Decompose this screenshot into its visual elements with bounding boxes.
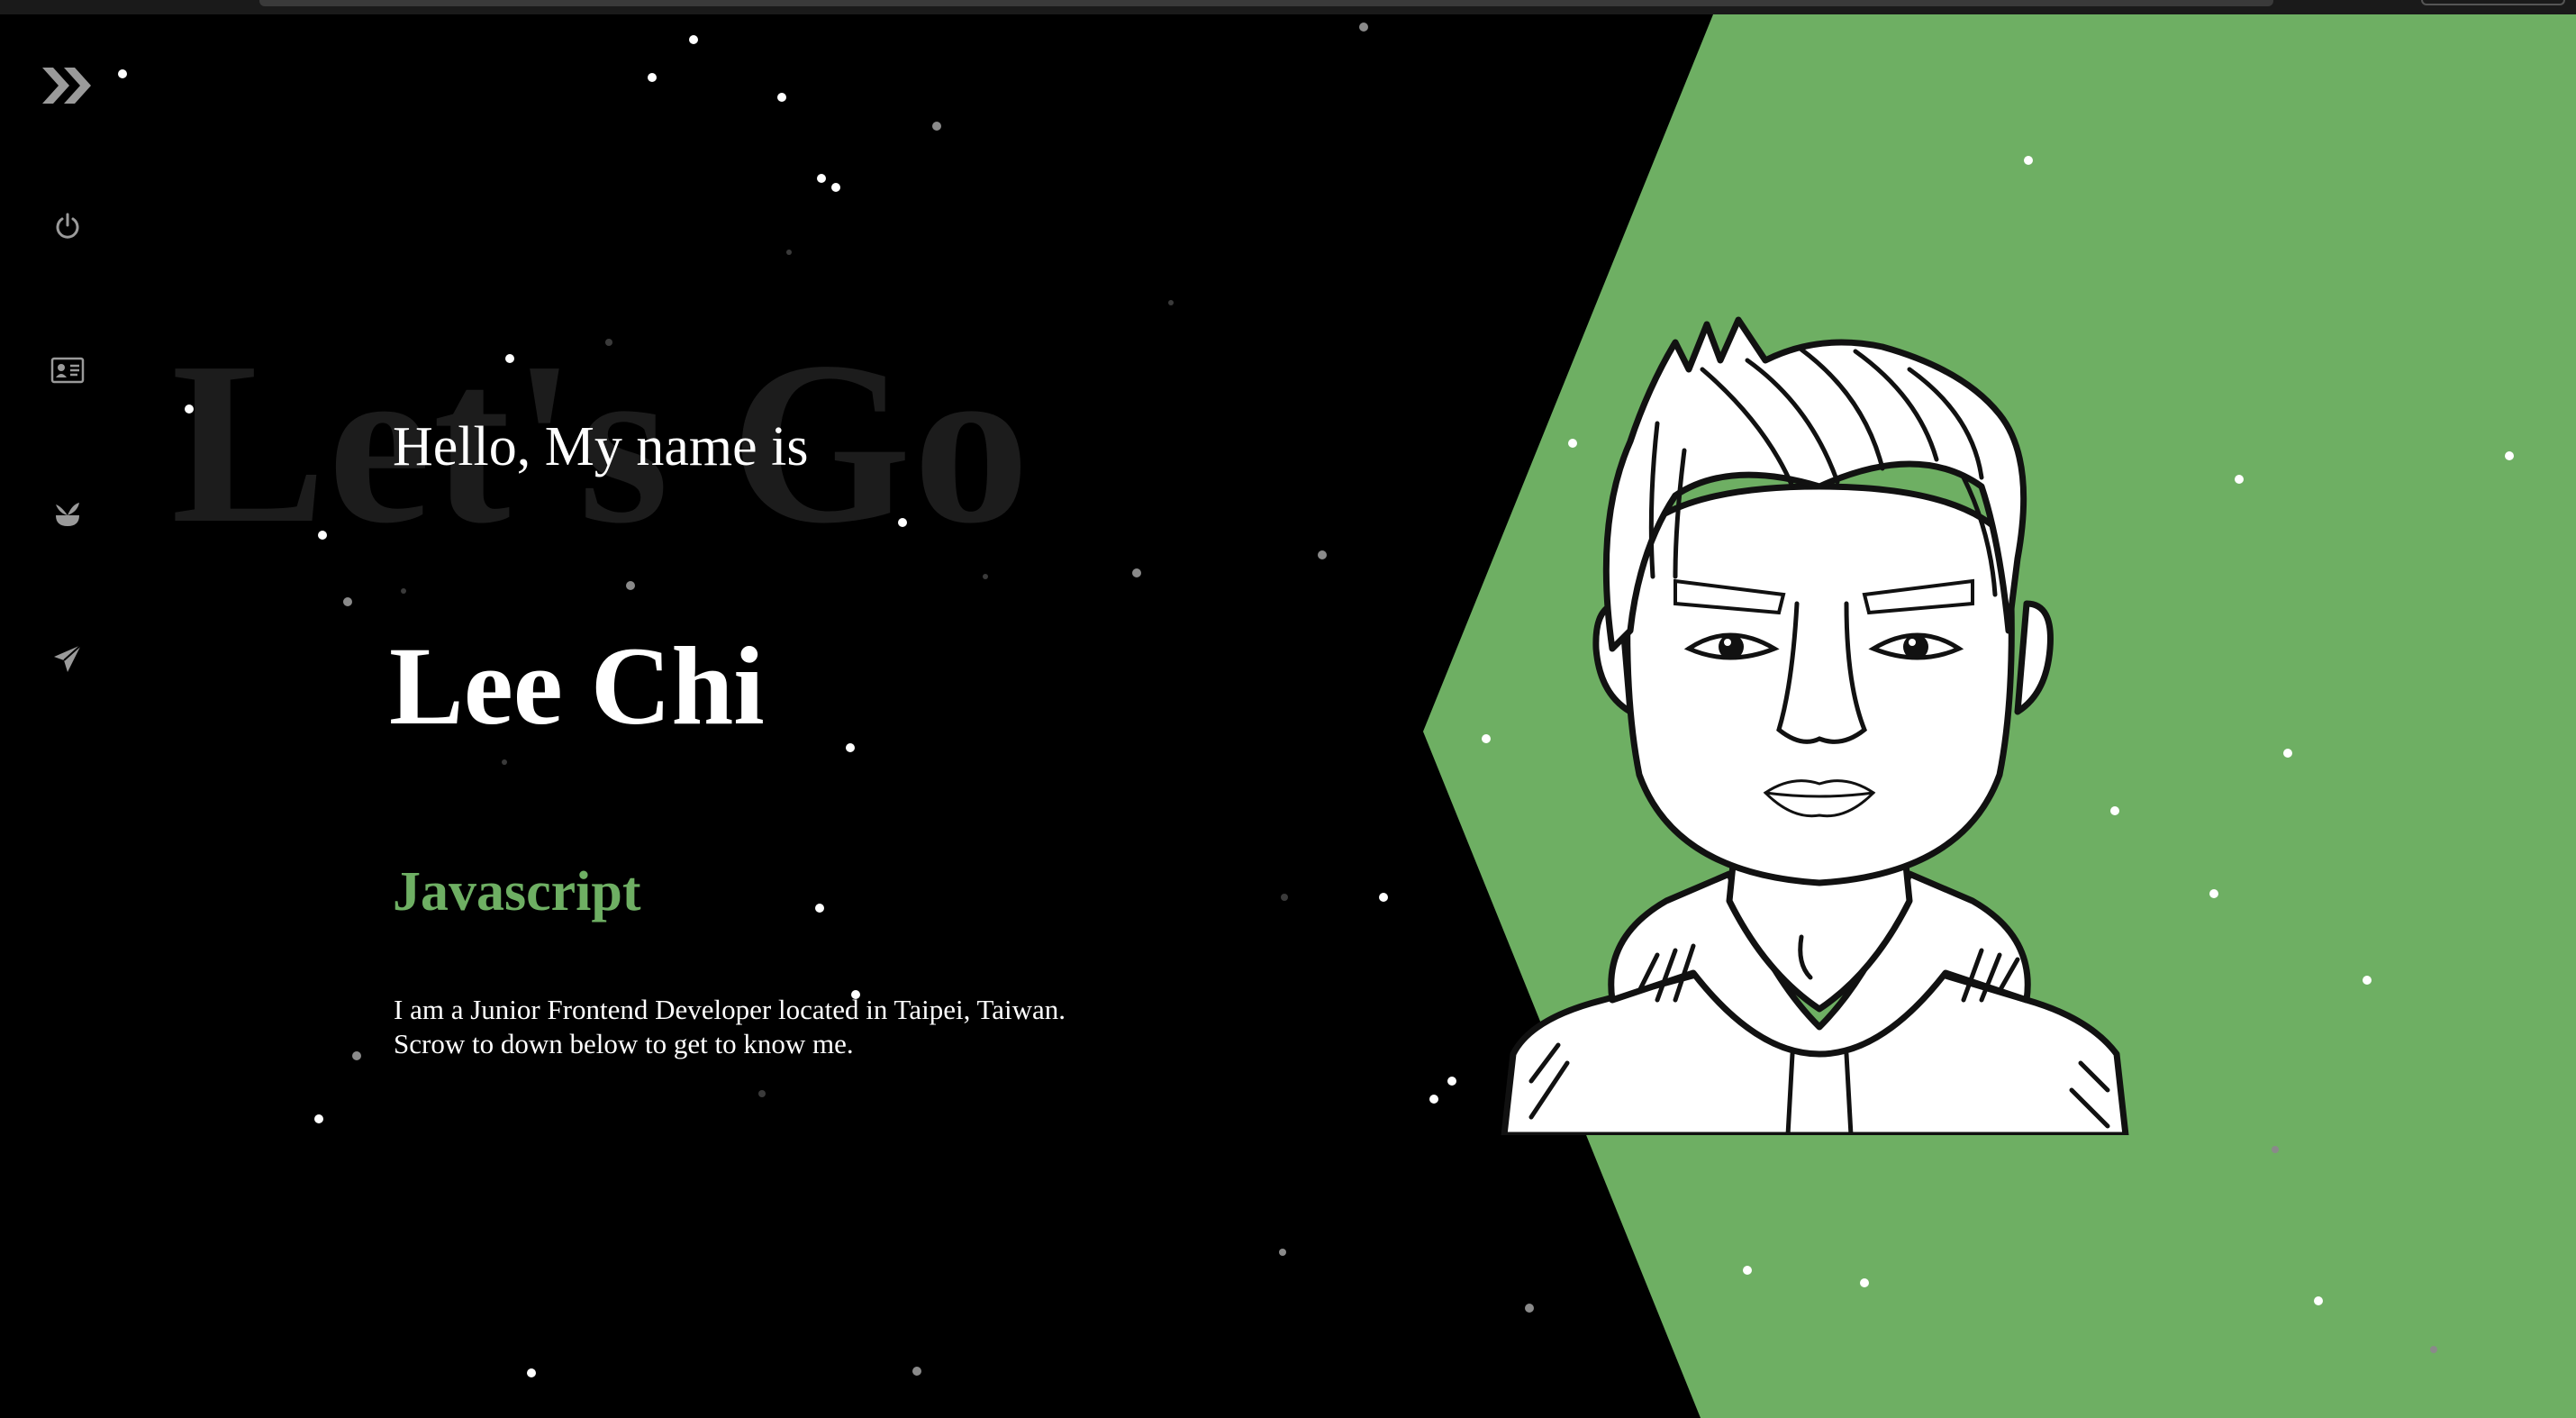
sidebar-item-contact[interactable] [36,627,99,690]
power-icon [56,213,79,239]
sidebar-item-about[interactable] [36,339,99,402]
id-card-icon [50,357,85,384]
bio-line: Scrow to down below to get to know me. [394,1028,854,1059]
bio-line: I am a Junior Frontend Developer located… [394,994,1066,1025]
starfield-background [118,23,2514,1377]
sidebar-nav [0,14,135,1418]
sidebar-item-home[interactable] [36,195,99,258]
paper-plane-icon [54,644,82,672]
hero-name: Lee Chi [389,624,765,748]
sidebar-item-menu[interactable] [36,54,99,117]
greeting-text: Hello, My name is [393,416,809,477]
hero-bio: I am a Junior Frontend Developer located… [394,993,1066,1061]
portrait-illustration [1501,316,2129,1135]
sidebar-item-skills[interactable] [36,483,99,546]
double-chevron-right-icon [42,68,91,104]
sprout-icon [56,503,79,526]
hero-role: Javascript [393,861,641,923]
